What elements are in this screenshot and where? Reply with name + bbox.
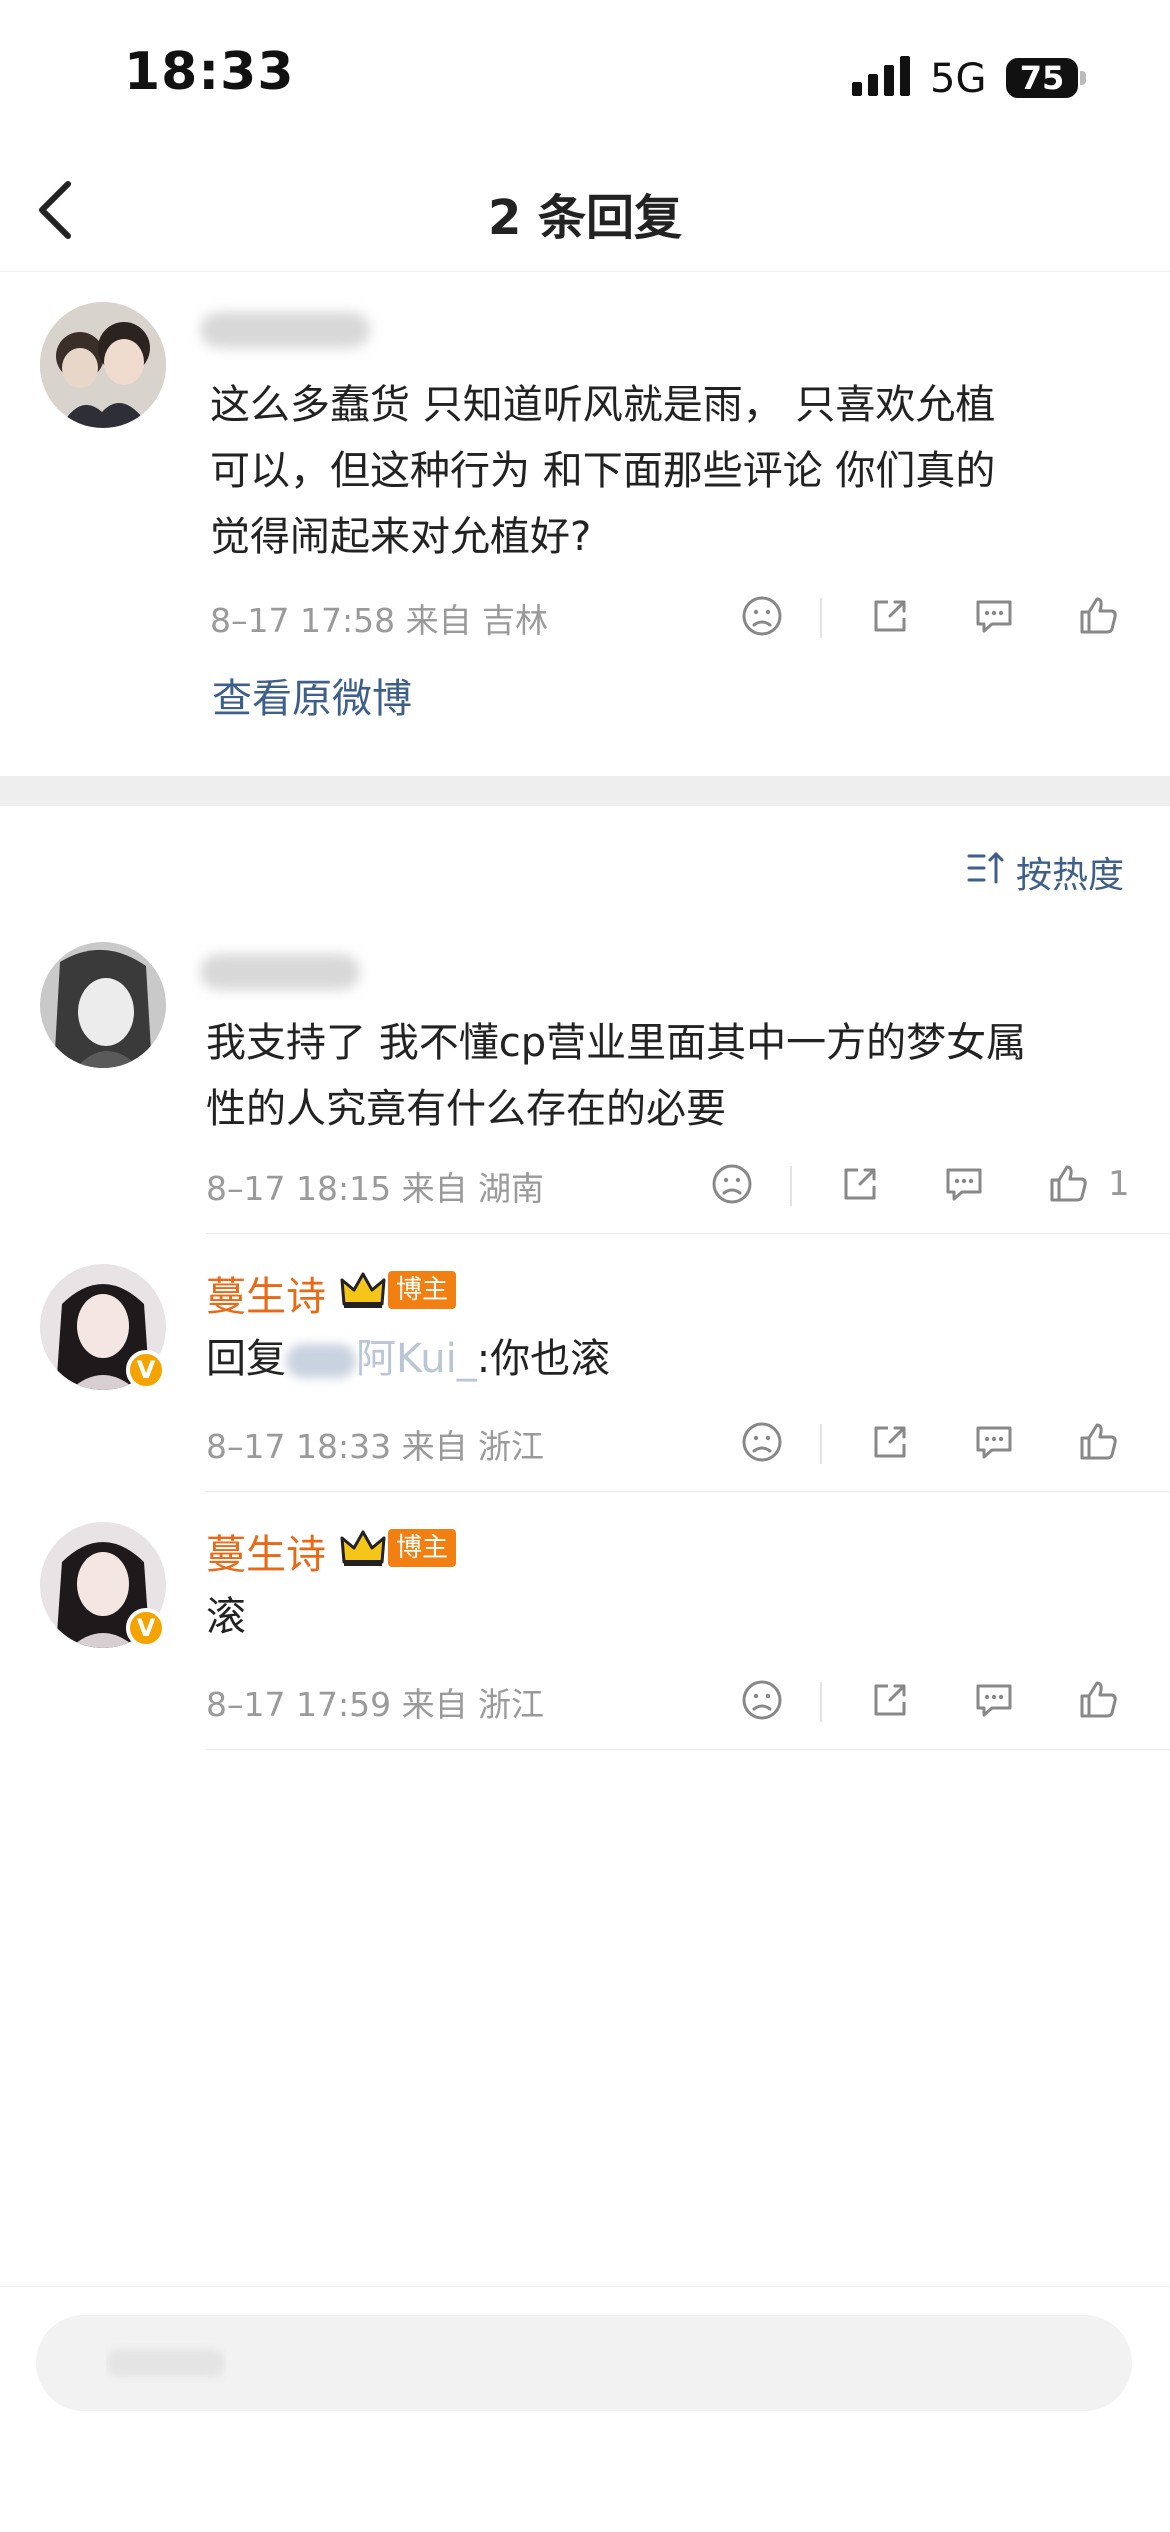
- thumbs-up-icon: [1080, 1681, 1117, 1718]
- reply-meta: 8–17 17:59 来自 浙江: [206, 1685, 545, 1724]
- avatar[interactable]: [40, 942, 166, 1068]
- cellular-signal-icon: [852, 56, 910, 96]
- mention-link[interactable]: 阿Kui_: [356, 1326, 477, 1392]
- reply-item: 我支持了 我不懂cp营业里面其中一方的梦女属 性的人究竟有什么存在的必要 8–1…: [0, 930, 1170, 1234]
- chat-bubble-icon: [976, 1426, 1012, 1459]
- username-redacted: [200, 312, 370, 348]
- battery-level: 75: [1006, 58, 1078, 98]
- reply-text: 滚: [206, 1594, 246, 1640]
- like-count: 1: [1108, 1164, 1130, 1204]
- frown-face-icon: [712, 1164, 752, 1204]
- share-icon: [874, 600, 906, 632]
- divider: [206, 1749, 1170, 1750]
- reply-text: 回复 阿Kui_:你也滚: [206, 1326, 610, 1392]
- dislike-button[interactable]: [706, 1158, 758, 1210]
- reply-actions: 1: [706, 1158, 1146, 1214]
- network-type: 5G: [930, 56, 987, 102]
- reply-meta: 8–17 18:15 来自 湖南: [206, 1169, 545, 1208]
- username-redacted: [200, 954, 360, 990]
- avatar[interactable]: [40, 302, 166, 428]
- status-time: 18:33: [124, 42, 295, 102]
- blogger-badge: 博主: [388, 1271, 457, 1309]
- redacted-placeholder: [106, 2349, 226, 2377]
- section-gap: [0, 776, 1170, 806]
- comment-actions: [736, 590, 1136, 646]
- share-button[interactable]: [864, 1416, 916, 1468]
- action-divider: [790, 1166, 792, 1206]
- crown-icon: [340, 1530, 386, 1566]
- dislike-button[interactable]: [736, 1416, 788, 1468]
- action-divider: [820, 598, 822, 638]
- dislike-button[interactable]: [736, 1674, 788, 1726]
- sort-label: 按热度: [1016, 855, 1125, 896]
- chat-bubble-icon: [976, 600, 1012, 633]
- nav-bar: 2 条回复: [0, 150, 1170, 272]
- reply-meta: 8–17 18:33 来自 浙江: [206, 1427, 545, 1466]
- frown-face-icon: [742, 1422, 782, 1462]
- chat-bubble-icon: [946, 1168, 982, 1201]
- share-icon: [874, 1426, 906, 1458]
- reply-item: V 蔓生诗 博主 回复 阿Kui_:你也滚 8–17 18:33 来自 浙江: [0, 1234, 1170, 1492]
- frown-face-icon: [742, 1680, 782, 1720]
- reply-line: 我支持了 我不懂cp营业里面其中一方的梦女属: [206, 1020, 1027, 1066]
- share-button[interactable]: [834, 1158, 886, 1210]
- comment-button[interactable]: [968, 1416, 1020, 1468]
- crown-icon: [340, 1272, 386, 1308]
- thumbs-up-icon: [1050, 1165, 1087, 1202]
- reply-actions: [736, 1674, 1136, 1730]
- comment-meta: 8–17 17:58 来自 吉林: [210, 601, 549, 640]
- reply-input[interactable]: [36, 2315, 1132, 2411]
- battery-icon: 75: [1006, 58, 1086, 98]
- like-button[interactable]: [1072, 590, 1124, 642]
- reply-line: 性的人究竟有什么存在的必要: [206, 1086, 726, 1132]
- comment-line: 觉得闹起来对允植好?: [210, 514, 592, 560]
- dislike-button[interactable]: [736, 590, 788, 642]
- action-divider: [820, 1424, 822, 1464]
- avatar-photo: [40, 942, 166, 1068]
- reply-body: :你也滚: [476, 1336, 611, 1382]
- page-title: 2 条回复: [487, 190, 683, 246]
- username[interactable]: 蔓生诗: [206, 1522, 326, 1580]
- comment-text: 这么多蠢货 只知道听风就是雨， 只喜欢允植 可以，但这种行为 和下面那些评论 你…: [210, 372, 995, 570]
- reply-text: 我支持了 我不懂cp营业里面其中一方的梦女属 性的人究竟有什么存在的必要: [206, 1010, 1026, 1142]
- view-original-link[interactable]: 查看原微博: [212, 666, 412, 724]
- reply-prefix: 回复: [206, 1336, 286, 1382]
- reply-item: V 蔓生诗 博主 滚 8–17 17:59 来自 浙江: [0, 1492, 1170, 1750]
- username[interactable]: 蔓生诗: [206, 1264, 326, 1322]
- sort-icon: [967, 852, 1004, 884]
- reply-actions: [736, 1416, 1136, 1472]
- action-divider: [820, 1682, 822, 1722]
- reply-input-bar: [0, 2286, 1170, 2532]
- blogger-badge: 博主: [388, 1529, 457, 1567]
- frown-face-icon: [742, 596, 782, 636]
- comment-line: 这么多蠢货 只知道听风就是雨， 只喜欢允植: [210, 382, 996, 428]
- avatar-photo: [40, 302, 166, 428]
- status-bar: 18:33 5G 75: [0, 0, 1170, 150]
- comment-button[interactable]: [968, 590, 1020, 642]
- battery-tip: [1080, 71, 1086, 85]
- like-button[interactable]: [1072, 1674, 1124, 1726]
- verified-badge-icon: V: [126, 1350, 166, 1390]
- mention-avatar-redacted: [286, 1344, 356, 1378]
- original-comment: 这么多蠢货 只知道听风就是雨， 只喜欢允植 可以，但这种行为 和下面那些评论 你…: [0, 272, 1170, 776]
- share-button[interactable]: [864, 1674, 916, 1726]
- share-button[interactable]: [864, 590, 916, 642]
- share-icon: [874, 1684, 906, 1716]
- comment-button[interactable]: [968, 1674, 1020, 1726]
- share-icon: [844, 1168, 876, 1200]
- like-button[interactable]: [1072, 1416, 1124, 1468]
- thumbs-up-icon: [1080, 1423, 1117, 1460]
- comment-button[interactable]: [938, 1158, 990, 1210]
- like-button[interactable]: [1042, 1158, 1094, 1210]
- chat-bubble-icon: [976, 1684, 1012, 1717]
- verified-badge-icon: V: [126, 1608, 166, 1648]
- comment-line: 可以，但这种行为 和下面那些评论 你们真的: [210, 448, 996, 494]
- thumbs-up-icon: [1080, 597, 1117, 634]
